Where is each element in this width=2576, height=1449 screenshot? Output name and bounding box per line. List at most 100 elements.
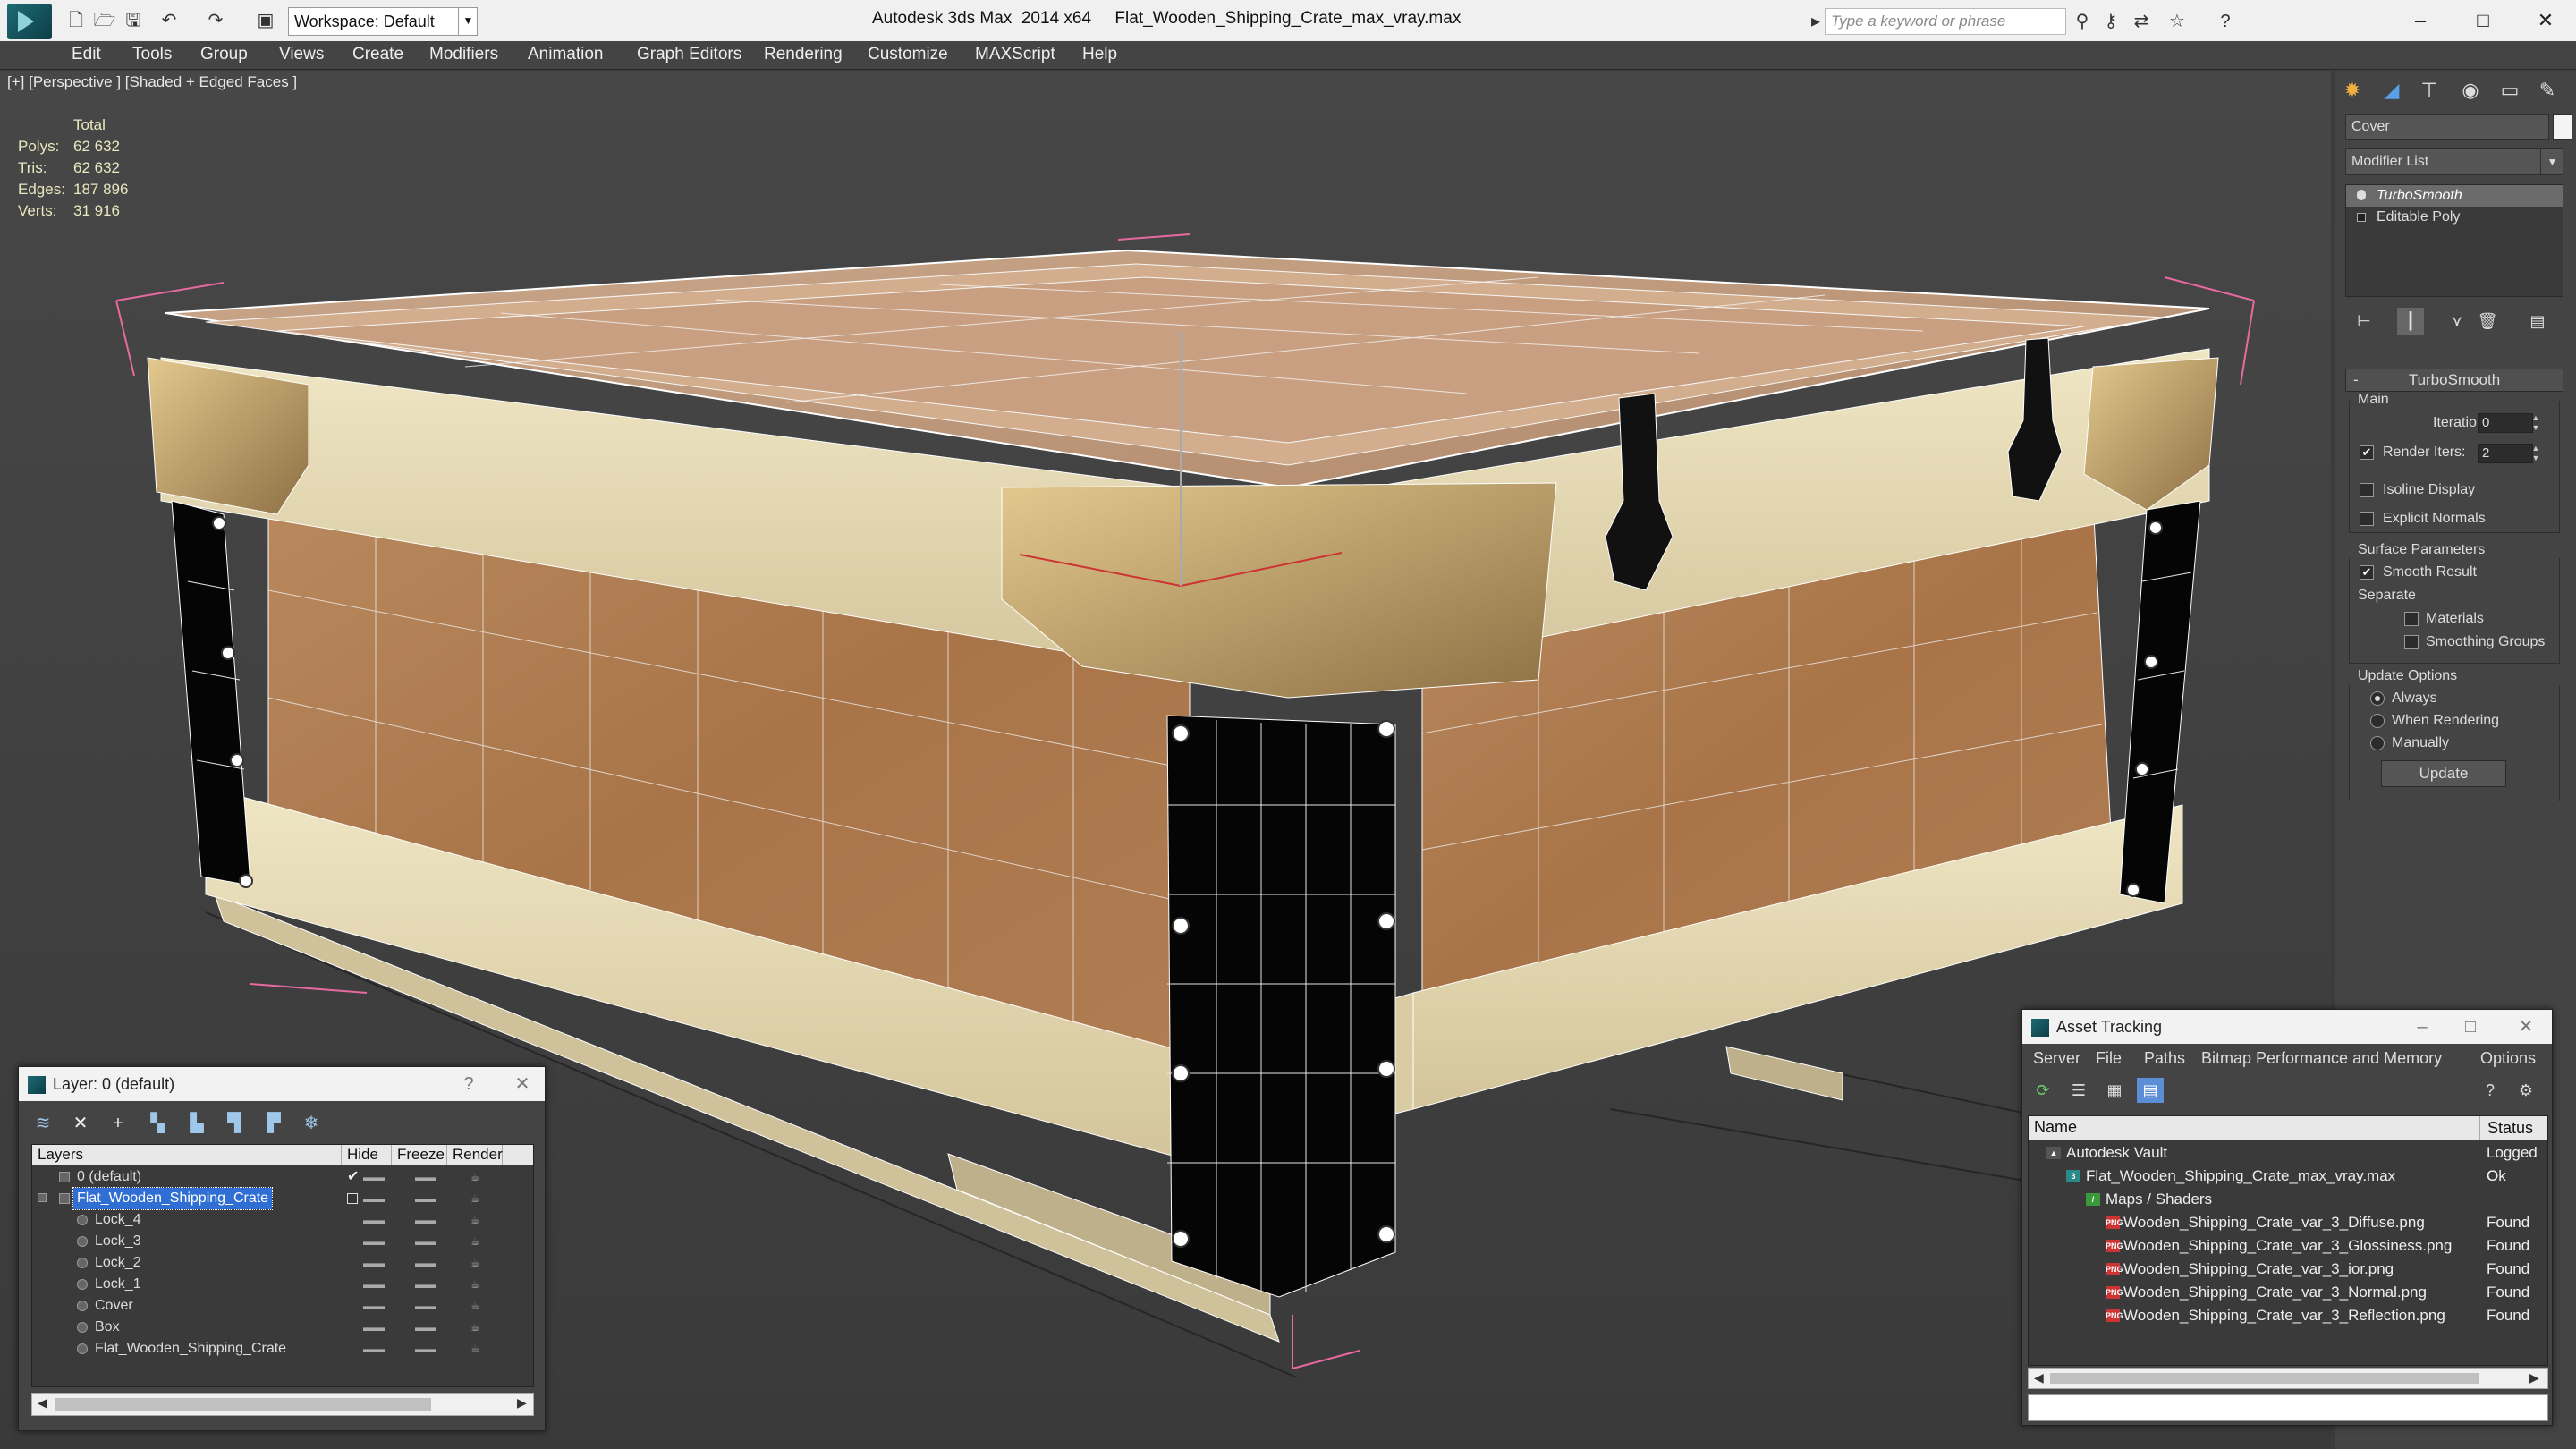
add-layer-icon[interactable]: + bbox=[105, 1110, 131, 1137]
object-color-swatch[interactable] bbox=[2553, 114, 2572, 140]
scrollbar-thumb[interactable] bbox=[2050, 1373, 2479, 1384]
minimize-button[interactable]: – bbox=[2402, 1010, 2443, 1044]
materials-checkbox[interactable] bbox=[2404, 612, 2419, 626]
column-status[interactable]: Status bbox=[2479, 1116, 2533, 1140]
scrollbar-thumb[interactable] bbox=[55, 1398, 431, 1411]
asset-row[interactable]: PNG Wooden_Shipping_Crate_var_3_ior.png Fo… bbox=[2029, 1258, 2547, 1281]
star-icon[interactable]: ☆ bbox=[2165, 9, 2190, 34]
hide-all-icon[interactable]: ▛ bbox=[260, 1110, 287, 1137]
layer-object-row[interactable]: Lock_3 ▬▬ ▬▬ ☕ bbox=[32, 1231, 533, 1252]
menu-paths[interactable]: Paths bbox=[2144, 1049, 2185, 1068]
menu-create[interactable]: Create bbox=[352, 45, 403, 64]
motion-tab-icon[interactable]: ◉ bbox=[2454, 75, 2487, 106]
redo-icon[interactable]: ↷ bbox=[204, 9, 227, 32]
modify-tab-icon[interactable]: ◢ bbox=[2376, 75, 2408, 106]
asset-row[interactable]: PNG Wooden_Shipping_Crate_var_3_Reflectio… bbox=[2029, 1304, 2547, 1327]
maximize-button[interactable]: □ bbox=[2450, 1010, 2491, 1044]
freeze-toggle[interactable]: ▬▬ bbox=[415, 1209, 436, 1231]
always-radio[interactable] bbox=[2370, 691, 2385, 706]
freeze-toggle[interactable]: ▬▬ bbox=[415, 1274, 436, 1295]
active-layer-box-icon[interactable] bbox=[347, 1193, 358, 1204]
explicit-normals-checkbox[interactable] bbox=[2360, 512, 2374, 526]
close-button[interactable]: ✕ bbox=[2505, 1010, 2546, 1044]
smooth-result-checkbox[interactable]: ✔ bbox=[2360, 565, 2374, 580]
undo-icon[interactable]: ↶ bbox=[157, 9, 181, 32]
expand-icon[interactable] bbox=[2357, 213, 2366, 222]
layer-object-row[interactable]: Lock_2 ▬▬ ▬▬ ☕ bbox=[32, 1252, 533, 1274]
utilities-tab-icon[interactable]: ✎ bbox=[2531, 75, 2563, 106]
render-teapot-icon[interactable]: ☕ bbox=[470, 1209, 480, 1231]
freeze-toggle[interactable]: ▬▬ bbox=[415, 1317, 436, 1338]
layer-settings-icon[interactable]: ≋ bbox=[30, 1110, 56, 1137]
menu-animation[interactable]: Animation bbox=[528, 45, 604, 64]
menu-customize[interactable]: Customize bbox=[868, 45, 948, 64]
search-input[interactable]: Type a keyword or phrase bbox=[1825, 8, 2066, 35]
menu-rendering[interactable]: Rendering bbox=[764, 45, 843, 64]
refresh-icon[interactable]: ⟳ bbox=[2029, 1078, 2056, 1103]
render-iters-spinner[interactable]: 2 bbox=[2478, 444, 2533, 463]
modifier-list-dropdown[interactable]: Modifier List bbox=[2345, 148, 2563, 175]
app-logo-icon[interactable] bbox=[7, 4, 52, 39]
remove-modifier-icon[interactable]: 🗑 bbox=[2474, 308, 2501, 335]
menu-views[interactable]: Views bbox=[279, 45, 324, 64]
freeze-toggle[interactable]: ▬▬ bbox=[415, 1231, 436, 1252]
render-teapot-icon[interactable]: ☕ bbox=[470, 1317, 480, 1338]
render-teapot-icon[interactable]: ☕ bbox=[470, 1188, 480, 1209]
chevron-down-icon[interactable]: ▼ bbox=[2540, 148, 2563, 175]
turbosmooth-rollout-header[interactable]: - TurboSmooth bbox=[2345, 369, 2563, 392]
add-selection-icon[interactable]: ▚ bbox=[144, 1110, 171, 1137]
menu-bitmap-performance[interactable]: Bitmap Performance and Memory bbox=[2201, 1049, 2442, 1068]
select-objects-icon[interactable]: ▙ bbox=[183, 1110, 210, 1137]
smoothing-groups-checkbox[interactable] bbox=[2404, 635, 2419, 649]
hide-toggle[interactable]: ▬▬ bbox=[363, 1274, 385, 1295]
hide-toggle[interactable]: ▬▬ bbox=[363, 1317, 385, 1338]
object-name-field[interactable]: Cover bbox=[2345, 114, 2549, 140]
render-teapot-icon[interactable]: ☕ bbox=[470, 1295, 480, 1317]
hide-toggle[interactable]: ▬▬ bbox=[363, 1188, 385, 1209]
close-button[interactable]: ✕ bbox=[502, 1067, 543, 1101]
hide-toggle[interactable]: ▬▬ bbox=[363, 1338, 385, 1360]
hierarchy-tab-icon[interactable]: ⊤ bbox=[2413, 75, 2445, 106]
collapse-icon[interactable] bbox=[38, 1193, 47, 1202]
isoline-display-checkbox[interactable] bbox=[2360, 483, 2374, 497]
render-teapot-icon[interactable]: ☕ bbox=[470, 1252, 480, 1274]
horizontal-scrollbar[interactable]: ◀ ▶ bbox=[31, 1393, 534, 1416]
freeze-toggle[interactable]: ▬▬ bbox=[415, 1338, 436, 1360]
asset-row[interactable]: / Maps / Shaders bbox=[2029, 1188, 2547, 1211]
configure-modifier-sets-icon[interactable]: ▤ bbox=[2524, 308, 2551, 335]
column-color[interactable] bbox=[503, 1145, 533, 1165]
lightbulb-icon[interactable] bbox=[2357, 190, 2366, 200]
settings-icon[interactable]: ⚙ bbox=[2512, 1078, 2539, 1103]
workspace-dropdown[interactable]: Workspace: Default bbox=[288, 7, 478, 36]
freeze-all-icon[interactable]: ❄ bbox=[298, 1110, 325, 1137]
delete-layer-icon[interactable]: ✕ bbox=[67, 1110, 94, 1137]
menu-graph-editors[interactable]: Graph Editors bbox=[637, 45, 741, 64]
binoculars-icon[interactable]: ⚲ bbox=[2070, 9, 2095, 34]
open-file-icon[interactable]: 🗁 bbox=[93, 9, 116, 32]
asset-row[interactable]: PNG Wooden_Shipping_Crate_var_3_Normal.pn… bbox=[2029, 1281, 2547, 1304]
column-freeze[interactable]: Freeze bbox=[392, 1145, 447, 1165]
close-button[interactable]: ✕ bbox=[2519, 5, 2572, 36]
viewport-label[interactable]: [+] [Perspective ] [Shaded + Edged Faces… bbox=[7, 73, 297, 91]
new-file-icon[interactable]: 🗋 bbox=[64, 9, 88, 32]
hide-toggle[interactable]: ▬▬ bbox=[363, 1209, 385, 1231]
help-button[interactable]: ? bbox=[448, 1067, 489, 1101]
modifier-stack-item[interactable]: TurboSmooth bbox=[2346, 185, 2563, 207]
project-folder-icon[interactable]: ▣ bbox=[254, 9, 277, 32]
scroll-left-icon[interactable]: ◀ bbox=[2034, 1370, 2044, 1385]
render-iters-checkbox[interactable]: ✔ bbox=[2360, 445, 2374, 460]
menu-tools[interactable]: Tools bbox=[132, 45, 172, 64]
freeze-toggle[interactable]: ▬▬ bbox=[415, 1252, 436, 1274]
menu-group[interactable]: Group bbox=[200, 45, 248, 64]
column-name[interactable]: Name bbox=[2034, 1118, 2077, 1137]
menu-options[interactable]: Options bbox=[2480, 1049, 2536, 1068]
menu-maxscript[interactable]: MAXScript bbox=[975, 45, 1055, 64]
render-teapot-icon[interactable]: ☕ bbox=[470, 1274, 480, 1295]
scroll-right-icon[interactable]: ▶ bbox=[517, 1395, 527, 1411]
create-tab-icon[interactable]: ✹ bbox=[2336, 75, 2368, 106]
column-hide[interactable]: Hide bbox=[342, 1145, 392, 1165]
freeze-toggle[interactable]: ▬▬ bbox=[415, 1166, 436, 1188]
layer-row[interactable]: Flat_Wooden_Shipping_Crate ▬▬ ▬▬ ☕ bbox=[32, 1187, 533, 1210]
spinner-arrows-icon[interactable]: ▲ ▼ bbox=[2529, 413, 2542, 433]
horizontal-scrollbar[interactable]: ◀ ▶ bbox=[2028, 1368, 2548, 1389]
